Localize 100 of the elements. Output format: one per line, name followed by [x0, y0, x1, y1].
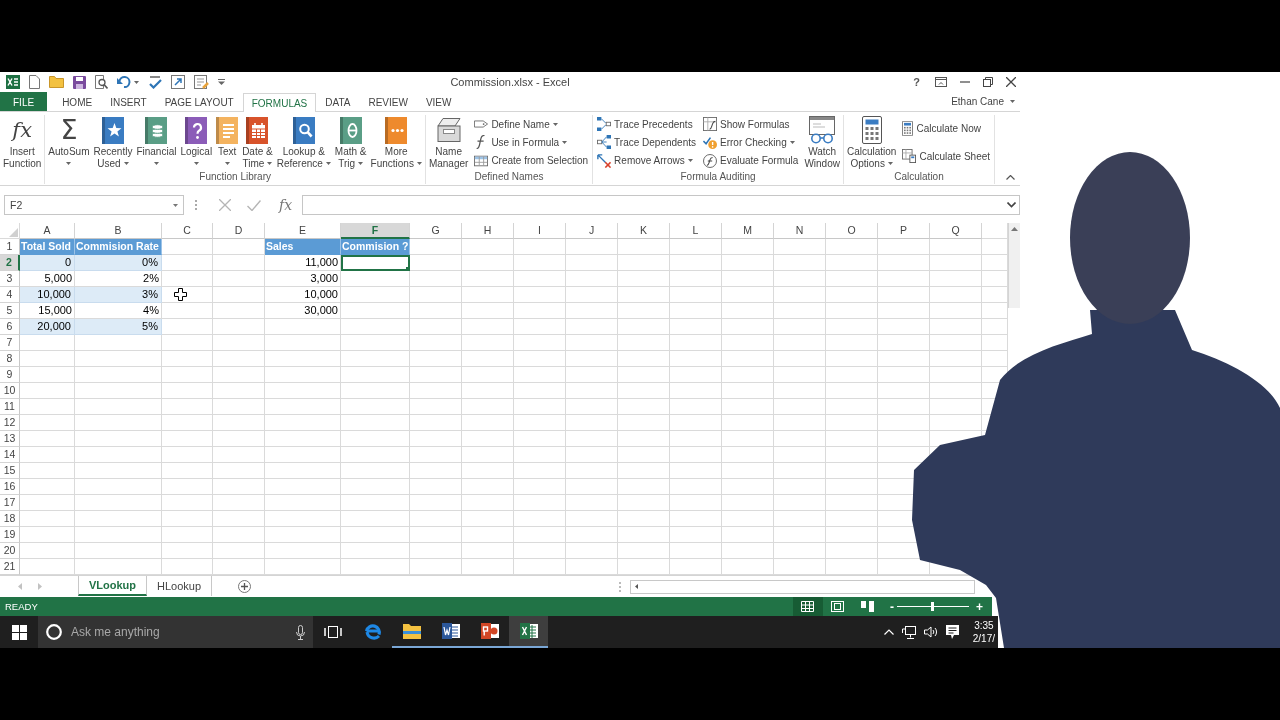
bar-check-icon[interactable]: [148, 75, 162, 89]
plus-circle-icon[interactable]: [238, 580, 252, 593]
row-header[interactable]: 11: [0, 399, 20, 415]
row-header[interactable]: 6: [0, 319, 20, 335]
network-icon[interactable]: [901, 625, 916, 639]
column-header[interactable]: H: [462, 223, 514, 239]
table-cell[interactable]: 11,000: [265, 255, 341, 271]
row-header[interactable]: 4: [0, 287, 20, 303]
column-header[interactable]: Q: [930, 223, 982, 239]
page-magnifier-icon[interactable]: [95, 75, 108, 89]
zoom-out-button[interactable]: -: [887, 599, 897, 614]
table-cell[interactable]: 5%: [75, 319, 162, 335]
ribbon-tab[interactable]: DATA: [316, 92, 360, 111]
column-header[interactable]: N: [774, 223, 826, 239]
row-header[interactable]: 7: [0, 335, 20, 351]
ribbon-button[interactable]: Σ AutoSum: [46, 115, 92, 170]
restore-icon[interactable]: [983, 77, 993, 87]
row-header[interactable]: 1: [0, 239, 20, 255]
clock-date[interactable]: 2/17/: [972, 632, 995, 645]
column-header[interactable]: A: [20, 223, 75, 239]
ribbon-button[interactable]: Remove Arrows: [595, 152, 698, 170]
ribbon-button[interactable]: Error Checking: [701, 134, 801, 151]
table-cell[interactable]: 20,000: [20, 319, 75, 335]
notification-icon[interactable]: [945, 625, 959, 639]
sheet-tab[interactable]: VLookup: [78, 576, 148, 596]
blank-page-icon[interactable]: [29, 75, 40, 89]
customize-caret-icon[interactable]: [218, 79, 225, 85]
save-icon[interactable]: [73, 75, 86, 89]
insert-function-button[interactable]: fx: [277, 197, 295, 213]
column-header[interactable]: I: [514, 223, 566, 239]
help-button[interactable]: ?: [911, 76, 922, 88]
row-header[interactable]: 9: [0, 367, 20, 383]
table-cell[interactable]: 3,000: [265, 271, 341, 287]
table-cell[interactable]: 2%: [75, 271, 162, 287]
column-header[interactable]: L: [670, 223, 722, 239]
row-header[interactable]: 5: [0, 303, 20, 319]
ribbon-button[interactable]: Financial: [134, 115, 179, 170]
ribbon-button[interactable]: Show Formulas: [701, 115, 801, 133]
ribbon-tab[interactable]: HOME: [53, 92, 102, 111]
ribbon-button[interactable]: Evaluate Formula: [701, 152, 801, 170]
clock-time[interactable]: 3:35: [974, 619, 994, 632]
ribbon-button[interactable]: Name Manager: [426, 115, 471, 170]
row-header[interactable]: 13: [0, 431, 20, 447]
table-cell[interactable]: 10,000: [20, 287, 75, 303]
ribbon-button[interactable]: Text: [214, 115, 241, 170]
ribbon-button[interactable]: Use in Formula: [472, 134, 591, 151]
ribbon-button[interactable]: Math & Trig: [332, 115, 369, 170]
taskbar-button[interactable]: [509, 616, 548, 648]
table-cell[interactable]: 3%: [75, 287, 162, 303]
table-cell[interactable]: 0: [20, 255, 75, 271]
row-header[interactable]: 15: [0, 463, 20, 479]
ribbon-tab[interactable]: REVIEW: [359, 92, 417, 111]
column-header[interactable]: K: [618, 223, 670, 239]
ribbon-button[interactable]: Calculate Sheet: [900, 147, 993, 165]
row-header[interactable]: 8: [0, 351, 20, 367]
column-header[interactable]: G: [410, 223, 462, 239]
user-menu[interactable]: Ethan Cane: [946, 92, 1020, 111]
ribbon-tab[interactable]: FORMULAS: [242, 93, 317, 112]
vertical-scrollbar[interactable]: [1008, 223, 1020, 308]
ribbon-button[interactable]: Lookup & Reference: [274, 115, 333, 170]
ribbon-button[interactable]: Calculate Now: [900, 120, 993, 138]
ribbon-button[interactable]: More Functions: [368, 115, 424, 170]
ribbon-tab[interactable]: PAGE LAYOUT: [155, 92, 243, 111]
ribbon-button[interactable]: fx Insert Function: [1, 115, 44, 170]
ribbon-button[interactable]: Logical: [178, 115, 215, 170]
undo-icon[interactable]: [117, 76, 131, 88]
microphone-icon[interactable]: [296, 624, 305, 640]
row-header[interactable]: 17: [0, 495, 20, 511]
row-header[interactable]: 21: [0, 559, 20, 575]
ribbon-button[interactable]: Calculation Options: [844, 115, 899, 170]
row-header[interactable]: 16: [0, 479, 20, 495]
slider-thumb[interactable]: [931, 602, 935, 611]
row-header[interactable]: 2: [0, 255, 20, 271]
table-cell[interactable]: 30,000: [265, 303, 341, 319]
framed-arrow-icon[interactable]: [171, 75, 185, 89]
view-button[interactable]: [793, 597, 823, 616]
chevron-up-icon[interactable]: [1006, 175, 1015, 180]
column-header[interactable]: J: [566, 223, 618, 239]
column-header[interactable]: D: [213, 223, 265, 239]
ribbon-button[interactable]: Create from Selection: [472, 152, 591, 170]
column-header[interactable]: E: [265, 223, 341, 239]
row-header[interactable]: 12: [0, 415, 20, 431]
horizontal-scrollbar[interactable]: [630, 579, 975, 594]
row-header[interactable]: 19: [0, 527, 20, 543]
table-cell[interactable]: 5,000: [20, 271, 75, 287]
speaker-icon[interactable]: [923, 626, 938, 638]
close-icon[interactable]: [1006, 77, 1016, 87]
selected-cell[interactable]: [341, 255, 410, 271]
check-mark-icon[interactable]: [247, 199, 261, 211]
ribbon-button[interactable]: Recently Used: [91, 115, 135, 170]
spreadsheet-logo-icon[interactable]: [6, 75, 20, 89]
zoom-in-button[interactable]: +: [973, 599, 986, 614]
ribbon-button[interactable]: Date & Time: [240, 115, 275, 170]
table-cell[interactable]: 10,000: [265, 287, 341, 303]
file-menu-button[interactable]: FILE: [0, 92, 48, 111]
column-header[interactable]: O: [826, 223, 878, 239]
row-header[interactable]: 3: [0, 271, 20, 287]
column-header[interactable]: B: [75, 223, 162, 239]
search-input[interactable]: Ask me anything: [71, 625, 287, 639]
folder-icon[interactable]: [49, 76, 64, 88]
